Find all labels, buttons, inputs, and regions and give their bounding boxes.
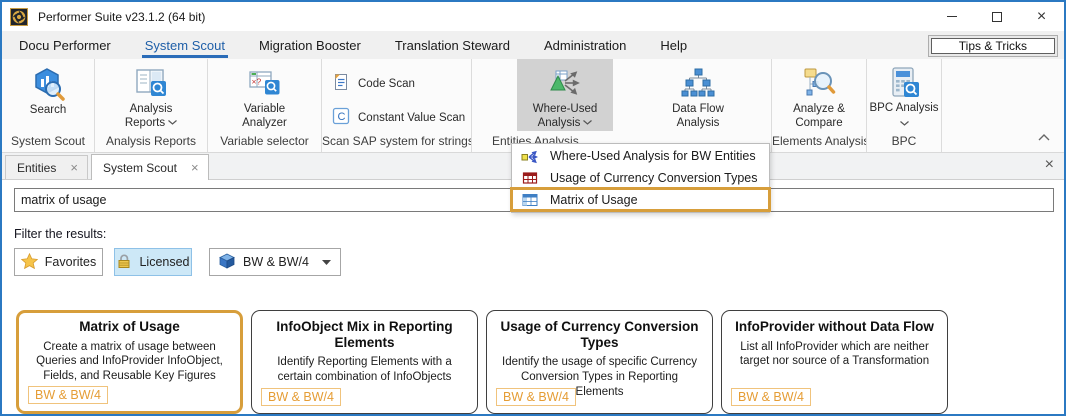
title-bar: Performer Suite v23.1.2 (64 bit) × — [2, 2, 1064, 31]
lock-icon — [116, 253, 132, 272]
card-description: Create a matrix of usage between Queries… — [27, 340, 232, 385]
tab-system-scout[interactable]: System Scout × — [91, 154, 209, 180]
maximize-button[interactable] — [974, 2, 1019, 31]
ribbon-group-bpc: BPC Analysis BPC — [867, 59, 942, 152]
card-title: Matrix of Usage — [27, 319, 232, 335]
code-scan-icon — [332, 73, 350, 94]
cube-icon — [219, 253, 235, 272]
close-icon: × — [1037, 9, 1046, 25]
card-infoobject-mix[interactable]: InfoObject Mix in Reporting Elements Ide… — [251, 310, 478, 414]
where-used-analysis-icon — [548, 65, 582, 101]
chevron-down-icon — [168, 120, 177, 125]
close-tab-icon[interactable]: × — [191, 163, 199, 173]
menu-tab-docu-performer[interactable]: Docu Performer — [2, 31, 128, 59]
card-title: Usage of Currency Conversion Types — [497, 319, 702, 350]
maximize-icon — [992, 12, 1002, 22]
ribbon-group-elements-analysis: Analyze & Compare Elements Analysis — [772, 59, 867, 152]
system-scout-page: Filter the results: Favorites Licens — [2, 180, 1064, 414]
code-scan-button[interactable]: Code Scan — [332, 73, 415, 94]
where-used-bw-icon — [521, 148, 538, 164]
variable-analyzer-button[interactable]: ×? Variable Analyzer — [221, 59, 309, 131]
menu-tab-help[interactable]: Help — [643, 31, 704, 59]
group-label-bpc: BPC — [867, 134, 941, 148]
analysis-reports-icon — [134, 65, 168, 101]
menu-tab-administration[interactable]: Administration — [527, 31, 643, 59]
card-matrix-of-usage[interactable]: Matrix of Usage Create a matrix of usage… — [16, 310, 243, 414]
window-title: Performer Suite v23.1.2 (64 bit) — [38, 10, 205, 24]
system-badge: BW & BW/4 — [496, 388, 576, 406]
data-flow-analysis-button[interactable]: Data Flow Analysis — [643, 59, 753, 131]
licensed-filter-button[interactable]: Licensed — [114, 248, 192, 276]
close-pane-icon[interactable]: × — [1045, 156, 1054, 174]
caret-down-icon — [322, 260, 331, 265]
app-window: Performer Suite v23.1.2 (64 bit) × Docu … — [0, 0, 1066, 416]
card-currency-conversion-usage[interactable]: Usage of Currency Conversion Types Ident… — [486, 310, 713, 414]
menu-tab-system-scout[interactable]: System Scout — [128, 31, 242, 59]
search-button[interactable]: Search — [4, 59, 92, 131]
where-used-analysis-button[interactable]: Where-Used Analysis — [517, 59, 613, 131]
system-badge: BW & BW/4 — [28, 386, 108, 404]
matrix-of-usage-icon — [521, 192, 538, 208]
menu-item-where-used-bw[interactable]: Where-Used Analysis for BW Entities — [512, 145, 769, 167]
ribbon-group-entities-analysis: Where-Used Analysis — [472, 59, 772, 152]
chevron-down-icon — [900, 121, 909, 126]
app-logo-icon — [10, 8, 28, 26]
search-icon — [31, 65, 65, 102]
star-icon — [21, 253, 38, 272]
svg-text:×?: ×? — [251, 77, 261, 87]
card-infoprovider-without-dataflow[interactable]: InfoProvider without Data Flow List all … — [721, 310, 948, 414]
card-title: InfoObject Mix in Reporting Elements — [262, 319, 467, 350]
constant-value-scan-button[interactable]: C Constant Value Scan — [332, 107, 465, 128]
where-used-dropdown-menu: Where-Used Analysis for BW Entities Usag… — [511, 143, 770, 213]
card-description: List all InfoProvider which are neither … — [732, 340, 937, 370]
analysis-reports-button[interactable]: Analysis Reports — [107, 59, 195, 131]
card-description: Identify Reporting Elements with a certa… — [262, 355, 467, 385]
system-badge: BW & BW/4 — [261, 388, 341, 406]
analyze-compare-icon — [802, 65, 836, 101]
group-label-scan-sap: Scan SAP system for strings — [322, 134, 471, 148]
menu-bar: Docu Performer System Scout Migration Bo… — [2, 31, 1064, 59]
group-label-variable-selector: Variable selector — [208, 134, 321, 148]
menu-item-matrix-of-usage[interactable]: Matrix of Usage — [512, 189, 769, 211]
ribbon-group-system-scout: Search System Scout — [2, 59, 95, 152]
currency-conversion-icon — [521, 170, 538, 186]
data-flow-analysis-icon — [681, 65, 715, 101]
collapse-ribbon-button[interactable] — [1038, 128, 1050, 146]
chevron-down-icon — [583, 120, 592, 125]
analyze-compare-button[interactable]: Analyze & Compare — [773, 59, 865, 131]
tips-tricks-button[interactable]: Tips & Tricks — [928, 35, 1058, 57]
ribbon: Search System Scout — [2, 59, 1064, 153]
ribbon-group-variable-selector: ×? Variable Analyzer Variable selector — [208, 59, 322, 152]
close-tab-icon[interactable]: × — [70, 163, 78, 173]
bpc-analysis-button[interactable]: BPC Analysis — [867, 59, 941, 131]
analysis-cards: Matrix of Usage Create a matrix of usage… — [16, 310, 948, 414]
group-label-elements-analysis: Elements Analysis — [772, 134, 866, 148]
minimize-button[interactable] — [929, 2, 974, 31]
group-label-analysis-reports: Analysis Reports — [95, 134, 207, 148]
tab-entities[interactable]: Entities × — [5, 155, 88, 179]
menu-tab-translation-steward[interactable]: Translation Steward — [378, 31, 527, 59]
window-controls: × — [929, 2, 1064, 31]
system-type-select[interactable]: BW & BW/4 — [209, 248, 341, 276]
minimize-icon — [947, 16, 957, 17]
group-label-system-scout: System Scout — [2, 134, 94, 148]
tips-tricks-label: Tips & Tricks — [931, 38, 1055, 54]
card-title: InfoProvider without Data Flow — [732, 319, 937, 335]
system-badge: BW & BW/4 — [731, 388, 811, 406]
filter-results-label: Filter the results: — [14, 227, 106, 241]
variable-analyzer-icon: ×? — [248, 65, 282, 101]
bpc-analysis-icon — [887, 65, 921, 100]
menu-tab-migration-booster[interactable]: Migration Booster — [242, 31, 378, 59]
close-window-button[interactable]: × — [1019, 2, 1064, 31]
chevron-up-icon — [1038, 134, 1050, 141]
menu-item-currency-conversion[interactable]: Usage of Currency Conversion Types — [512, 167, 769, 189]
favorites-filter-button[interactable]: Favorites — [14, 248, 103, 276]
ribbon-group-scan-sap: Code Scan C Constant Value Scan Scan SAP… — [322, 59, 472, 152]
ribbon-group-analysis-reports: Analysis Reports Analysis Reports — [95, 59, 208, 152]
filter-row: Favorites Licensed — [14, 248, 341, 276]
constant-value-scan-icon: C — [332, 107, 350, 128]
svg-text:C: C — [338, 111, 346, 123]
